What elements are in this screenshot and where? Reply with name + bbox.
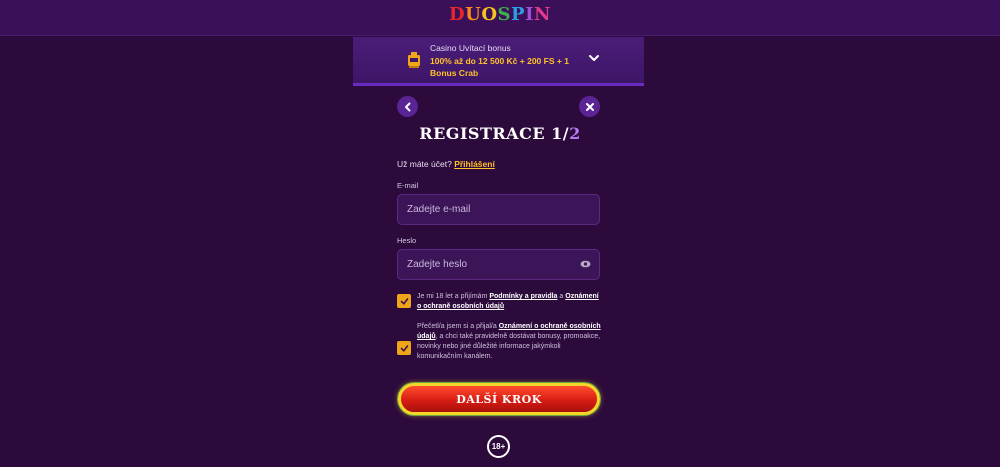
email-label: E-mail (397, 181, 419, 190)
bonus-offer: 100% až do 12 500 Kč + 200 FS + 1 Bonus … (430, 56, 569, 78)
back-button[interactable] (397, 96, 418, 117)
title-step: 2 (569, 124, 581, 143)
marketing-consent-text: Přečetl/a jsem si a přijal/a Oznámení o … (417, 322, 602, 362)
bonus-title: Casino Uvítací bonus (430, 43, 511, 53)
email-field[interactable] (397, 194, 600, 225)
logo-letter: N (534, 3, 551, 25)
logo-letter: P (511, 3, 526, 25)
terms-link[interactable]: Podmínky a pravidla (489, 293, 557, 300)
logo-letter: U (465, 3, 482, 25)
chevron-down-icon[interactable] (588, 53, 600, 63)
top-bar: DUOSPIN ● ● ● ● ● (0, 0, 1000, 43)
checkmark-icon (400, 344, 408, 352)
next-step-button[interactable]: DALŠÍ KROK (398, 383, 600, 415)
checkmark-icon (400, 297, 408, 305)
marketing-checkbox[interactable] (397, 341, 411, 355)
terms-consent-text: Je mi 18 let a přijímám Podmínky a pravi… (417, 292, 602, 312)
logo-letter: I (525, 3, 534, 25)
welcome-bonus-banner[interactable]: Casino Uvítací bonus 100% až do 12 500 K… (353, 37, 644, 86)
consent-text: Je mi 18 let a přijímám (417, 293, 490, 300)
eye-icon[interactable] (580, 260, 591, 268)
login-link[interactable]: Přihlášení (454, 159, 495, 169)
consent-text: Přečetl/a jsem si a přijal/a (417, 323, 499, 330)
age-restriction-badge: 18+ (487, 435, 510, 458)
chevron-left-icon (404, 102, 410, 111)
duospin-logo[interactable]: DUOSPIN ● ● ● ● ● (449, 3, 551, 43)
title-main: REGISTRACE 1/ (419, 124, 570, 143)
close-button[interactable] (579, 96, 600, 117)
close-icon (585, 102, 594, 111)
terms-checkbox[interactable] (397, 294, 411, 308)
logo-letter: D (449, 3, 466, 25)
page-title: REGISTRACE 1/2 (400, 124, 600, 143)
logo-letter: S (497, 3, 512, 25)
logo-letter: O (481, 3, 498, 25)
consent-text: , a chci také pravidelně dostávat bonusy… (417, 333, 601, 360)
slot-machine-icon (408, 52, 420, 68)
have-account-text: Už máte účet? (397, 159, 452, 169)
login-prompt: Už máte účet? Přihlášení (397, 159, 495, 169)
password-field[interactable] (397, 249, 600, 280)
password-label: Heslo (397, 236, 417, 245)
